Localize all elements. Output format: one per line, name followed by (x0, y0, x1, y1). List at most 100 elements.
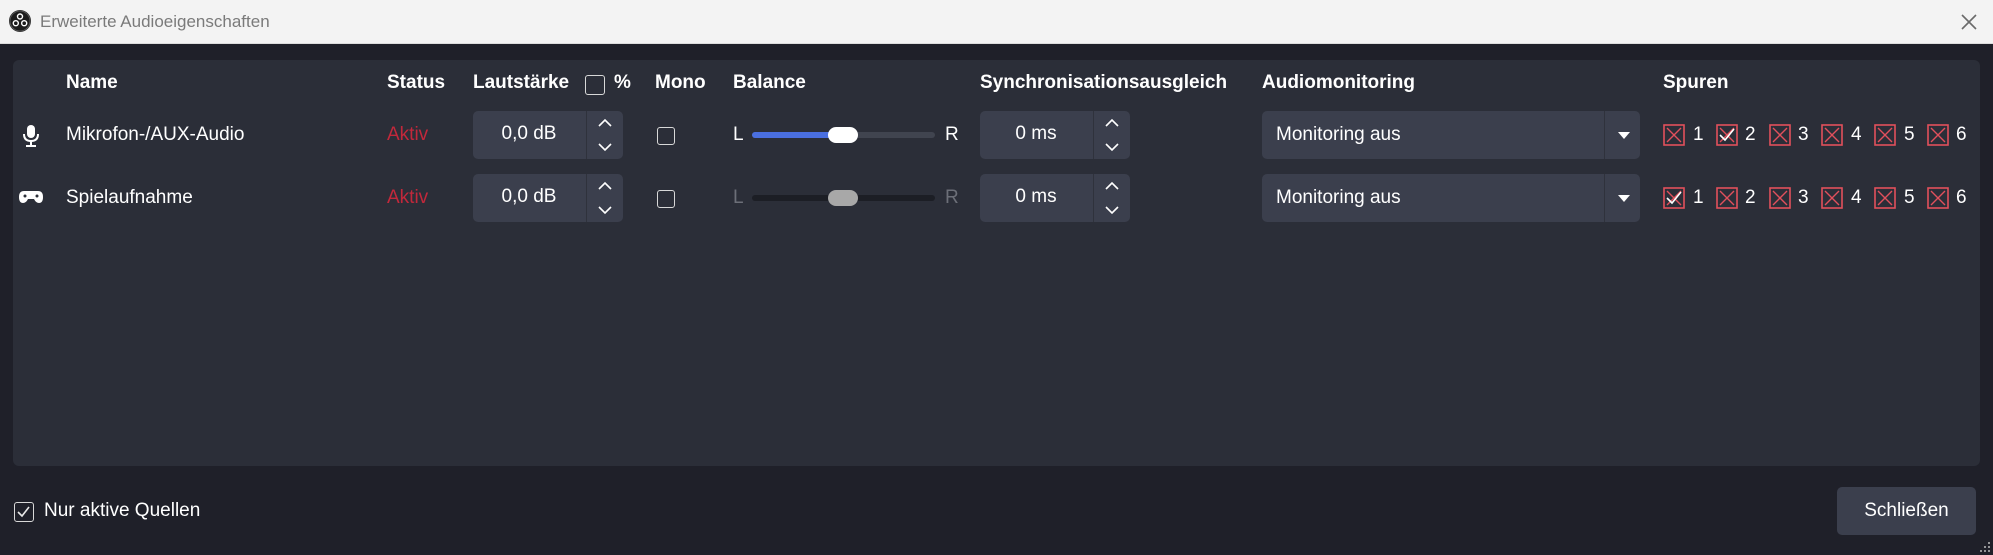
checkbox-crossed-icon (1874, 124, 1896, 146)
checkbox-crossed-icon (1663, 124, 1685, 146)
volume-increase-button[interactable] (587, 111, 623, 135)
track-checkbox-4[interactable] (1821, 187, 1843, 209)
column-header-status: Status (387, 72, 446, 93)
sync-offset-spinbox[interactable]: 0 ms (980, 174, 1130, 222)
checkbox-checked-icon (1663, 187, 1685, 209)
track-label: 6 (1956, 124, 1967, 145)
track-checkbox-1[interactable] (1663, 124, 1685, 146)
monitoring-dropdown[interactable]: Monitoring aus (1262, 111, 1640, 159)
column-header-volume: Lautstärke (473, 72, 570, 93)
gamepad-icon (19, 191, 43, 203)
track-checkbox-5[interactable] (1874, 187, 1896, 209)
track-label: 2 (1745, 187, 1756, 208)
track-checkbox-6[interactable] (1927, 124, 1949, 146)
track-checkbox-2[interactable] (1716, 187, 1738, 209)
volume-spinbox[interactable]: 0,0 dB (473, 111, 623, 159)
track-label: 3 (1798, 187, 1809, 208)
dropdown-divider (1604, 111, 1605, 159)
dropdown-arrow-button[interactable] (1608, 111, 1640, 159)
track-checkbox-5[interactable] (1874, 124, 1896, 146)
sync-offset-value[interactable]: 0 ms (980, 186, 1092, 208)
column-header-tracks: Spuren (1663, 72, 1729, 93)
dropdown-divider (1604, 174, 1605, 222)
track-label: 1 (1693, 187, 1704, 208)
column-header-mono: Mono (655, 72, 706, 93)
monitoring-dropdown[interactable]: Monitoring aus (1262, 174, 1640, 222)
balance-slider-handle[interactable] (828, 190, 858, 206)
volume-value[interactable]: 0,0 dB (473, 186, 585, 208)
mono-checkbox[interactable] (657, 127, 675, 145)
balance-right-label: R (945, 124, 959, 145)
checkmark-icon (17, 506, 30, 518)
close-icon (1961, 14, 1977, 30)
source-name: Mikrofon-/AUX-Audio (66, 124, 245, 145)
chevron-down-icon (1105, 143, 1119, 152)
checkbox-checked-icon (1716, 124, 1738, 146)
volume-decrease-button[interactable] (587, 135, 623, 159)
percent-toggle-checkbox[interactable] (585, 75, 605, 95)
track-checkbox-4[interactable] (1821, 124, 1843, 146)
chevron-up-icon (1105, 181, 1119, 190)
balance-left-label: L (733, 187, 744, 208)
track-label: 1 (1693, 124, 1704, 145)
caret-down-icon (1618, 195, 1630, 202)
column-header-balance: Balance (733, 72, 806, 93)
sync-increase-button[interactable] (1094, 174, 1130, 198)
volume-decrease-button[interactable] (587, 198, 623, 222)
active-sources-only-label[interactable]: Nur aktive Quellen (44, 500, 200, 522)
checkbox-crossed-icon (1716, 187, 1738, 209)
chevron-down-icon (598, 143, 612, 152)
source-name: Spielaufnahme (66, 187, 193, 208)
monitoring-value: Monitoring aus (1276, 187, 1401, 208)
column-header-sync: Synchronisationsausgleich (980, 72, 1228, 93)
sync-increase-button[interactable] (1094, 111, 1130, 135)
chevron-up-icon (598, 181, 612, 190)
track-label: 6 (1956, 187, 1967, 208)
close-button[interactable]: Schließen (1837, 487, 1976, 535)
checkbox-crossed-icon (1927, 187, 1949, 209)
sync-decrease-button[interactable] (1094, 198, 1130, 222)
chevron-down-icon (598, 206, 612, 215)
dropdown-arrow-button[interactable] (1608, 174, 1640, 222)
window-title: Erweiterte Audioeigenschaften (40, 12, 270, 31)
column-header-monitoring: Audiomonitoring (1262, 72, 1416, 93)
volume-value[interactable]: 0,0 dB (473, 123, 585, 145)
monitoring-value: Monitoring aus (1276, 124, 1401, 145)
volume-increase-button[interactable] (587, 174, 623, 198)
column-header-name: Name (66, 72, 118, 93)
column-header-percent: % (614, 72, 631, 93)
chevron-down-icon (1105, 206, 1119, 215)
balance-slider-handle[interactable] (828, 127, 858, 143)
track-label: 3 (1798, 124, 1809, 145)
track-checkbox-3[interactable] (1769, 124, 1791, 146)
checkbox-crossed-icon (1769, 124, 1791, 146)
title-bar: Erweiterte Audioeigenschaften (0, 0, 1993, 44)
sync-decrease-button[interactable] (1094, 135, 1130, 159)
track-label: 5 (1904, 187, 1915, 208)
track-label: 2 (1745, 124, 1756, 145)
track-checkbox-6[interactable] (1927, 187, 1949, 209)
volume-spinbox[interactable]: 0,0 dB (473, 174, 623, 222)
obs-logo-icon (9, 10, 31, 32)
track-checkbox-3[interactable] (1769, 187, 1791, 209)
track-label: 4 (1851, 124, 1862, 145)
window-close-button[interactable] (1955, 8, 1983, 36)
microphone-icon (23, 125, 39, 147)
checkbox-crossed-icon (1821, 187, 1843, 209)
sync-offset-value[interactable]: 0 ms (980, 123, 1092, 145)
balance-left-label: L (733, 124, 744, 145)
checkbox-crossed-icon (1927, 124, 1949, 146)
source-status: Aktiv (387, 187, 429, 208)
caret-down-icon (1618, 132, 1630, 139)
source-status: Aktiv (387, 124, 429, 145)
track-label: 5 (1904, 124, 1915, 145)
chevron-up-icon (598, 118, 612, 127)
active-sources-only-checkbox[interactable] (14, 502, 34, 522)
mono-checkbox[interactable] (657, 190, 675, 208)
sync-offset-spinbox[interactable]: 0 ms (980, 111, 1130, 159)
track-checkbox-2[interactable] (1716, 124, 1738, 146)
checkbox-crossed-icon (1821, 124, 1843, 146)
balance-right-label: R (945, 187, 959, 208)
resize-grip-icon[interactable] (1980, 542, 1991, 553)
track-checkbox-1[interactable] (1663, 187, 1685, 209)
